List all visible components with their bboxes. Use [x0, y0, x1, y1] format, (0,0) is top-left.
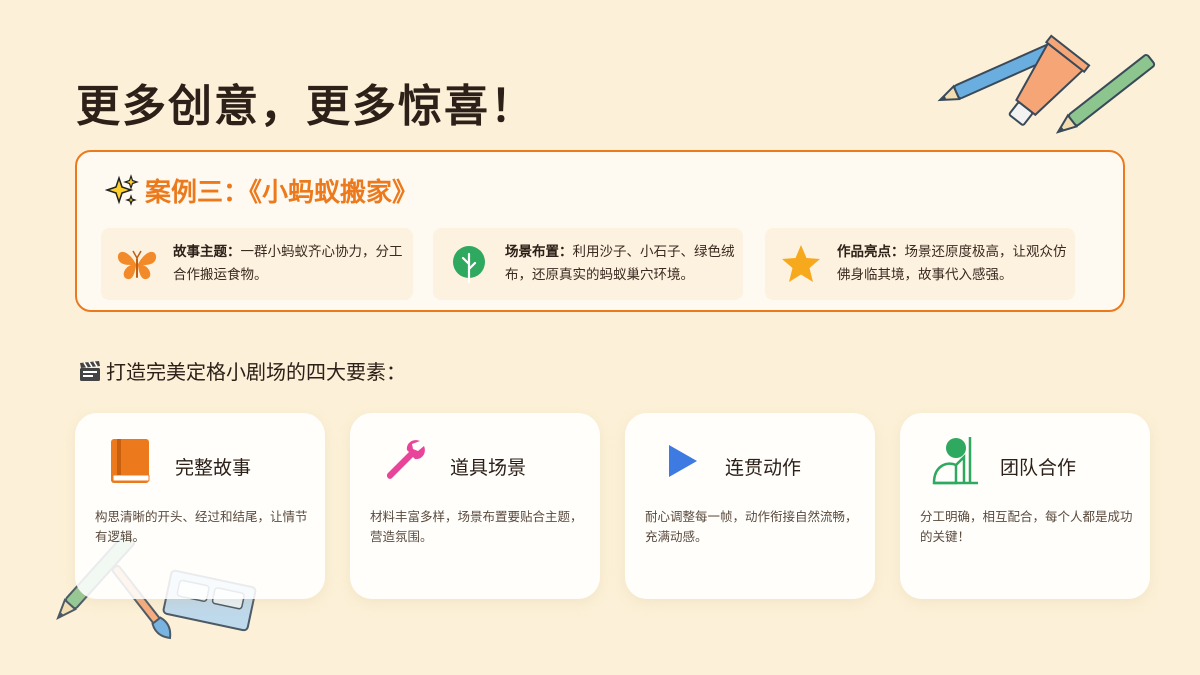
star-icon	[782, 245, 820, 282]
case-title-row: 案例三：《小蚂蚁搬家》	[105, 172, 418, 209]
feature-story-theme: 故事主题：一群小蚂蚁齐心协力，分工合作搬运食物。	[101, 228, 413, 300]
card-description: 构思清晰的开头、经过和结尾，让情节有逻辑。	[95, 509, 308, 544]
sparkles-icon	[105, 173, 139, 206]
page-title: 更多创意，更多惊喜！	[76, 81, 536, 132]
feature-text: 作品亮点：场景还原度极高，让观众仿佛身临其境，故事代入感强。	[837, 241, 1075, 287]
case-study-panel: 案例三：《小蚂蚁搬家》 故事主题：一群小蚂蚁齐心协力，分工合作搬运食物。 场景布…	[75, 150, 1125, 312]
clapperboard-icon	[80, 360, 100, 381]
card-teamwork: 团队合作 分工明确，相互配合，每个人都是成功的关键！	[900, 413, 1150, 599]
pencils-paint-tube-decoration	[937, 34, 1156, 134]
card-title: 道具场景	[450, 457, 527, 479]
feature-label: 场景布置：	[505, 244, 573, 260]
card-title: 团队合作	[1000, 457, 1077, 479]
butterfly-icon	[117, 250, 157, 280]
card-description: 耐心调整每一帧，动作衔接自然流畅，充满动感。	[645, 509, 858, 544]
card-description: 分工明确，相互配合，每个人都是成功的关键！	[920, 509, 1133, 544]
feature-highlights: 作品亮点：场景还原度极高，让观众仿佛身临其境，故事代入感强。	[765, 228, 1075, 300]
card-description: 材料丰富多样，场景布置要贴合主题，营造氛围。	[370, 509, 583, 544]
feature-text: 场景布置：利用沙子、小石子、绿色绒布，还原真实的蚂蚁巢穴环境。	[505, 241, 743, 287]
card-complete-story: 完整故事 构思清晰的开头、经过和结尾，让情节有逻辑。	[75, 413, 325, 599]
feature-scene-setup: 场景布置：利用沙子、小石子、绿色绒布，还原真实的蚂蚁巢穴环境。	[433, 228, 743, 300]
feature-label: 故事主题：	[173, 244, 241, 260]
case-title: 案例三：《小蚂蚁搬家》	[145, 178, 419, 208]
teamwork-icon	[932, 437, 978, 485]
slide: 更多创意，更多惊喜！ 案例三：《小蚂蚁搬家》 故事主题：一群小蚂蚁齐心协力，分工…	[0, 0, 1200, 675]
wrench-icon	[386, 440, 425, 479]
card-title: 完整故事	[175, 457, 252, 479]
section-title-row: 打造完美定格小剧场的四大要素：	[78, 356, 406, 385]
card-title: 连贯动作	[725, 457, 802, 479]
feature-label: 作品亮点：	[837, 244, 905, 260]
section-title: 打造完美定格小剧场的四大要素：	[106, 360, 406, 384]
feature-text: 故事主题：一群小蚂蚁齐心协力，分工合作搬运食物。	[173, 241, 413, 287]
card-props-scene: 道具场景 材料丰富多样，场景布置要贴合主题，营造氛围。	[350, 413, 600, 599]
card-smooth-motion: 连贯动作 耐心调整每一帧，动作衔接自然流畅，充满动感。	[625, 413, 875, 599]
book-icon	[111, 439, 150, 483]
leaf-icon	[453, 246, 485, 284]
play-icon	[669, 445, 697, 477]
